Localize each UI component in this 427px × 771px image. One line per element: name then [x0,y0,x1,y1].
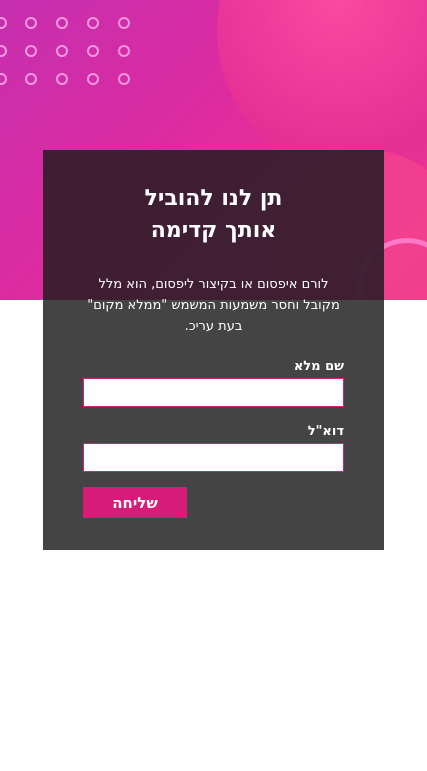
dot [0,45,7,57]
dot [87,17,99,29]
submit-button[interactable]: שליחה [83,487,187,518]
submit-row: שליחה [83,487,344,518]
dot [56,45,68,57]
dot [0,17,7,29]
dot [118,73,130,85]
form-title-line-1: תן לנו להוביל [144,186,283,211]
decorative-dots [0,17,140,97]
dot [56,17,68,29]
email-input[interactable] [83,443,344,472]
dot [0,73,7,85]
form-title: תן לנו להוביל אותך קדימה [83,183,344,247]
dot [25,17,37,29]
dot [25,45,37,57]
page: תן לנו להוביל אותך קדימה לורם איפסום או … [0,0,427,771]
contact-form: תן לנו להוביל אותך קדימה לורם איפסום או … [43,150,384,550]
dot [56,73,68,85]
form-description: לורם איפסום או בקיצור ליפסום, הוא מלל מק… [87,277,340,334]
dot [25,73,37,85]
dot [118,45,130,57]
dot [118,17,130,29]
full-name-label: שם מלא [293,359,344,374]
dot [87,73,99,85]
full-name-input[interactable] [83,378,344,407]
email-label: דוא"ל [307,424,344,439]
form-title-line-2: אותך קדימה [150,218,277,243]
dot [87,45,99,57]
